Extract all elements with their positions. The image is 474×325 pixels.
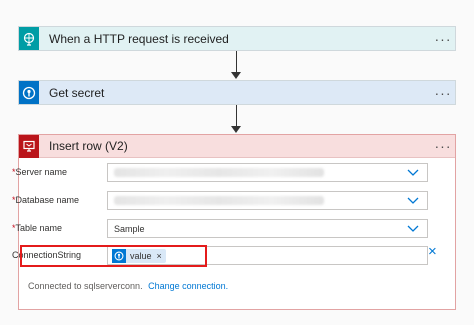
step-title: Get secret [49,85,105,100]
table-name-dropdown[interactable]: Sample [107,219,428,238]
arrow-down-icon [231,126,241,133]
database-name-dropdown[interactable] [107,191,428,210]
connection-status: Connected to sqlserverconn. [28,281,143,291]
step-http-trigger[interactable]: When a HTTP request is received ··· [18,26,456,51]
http-request-icon [19,27,39,50]
database-name-label: *Database name [12,195,80,205]
connector-line [236,105,237,128]
table-name-label: *Table name [12,223,63,233]
table-name-value: Sample [114,223,145,234]
connection-info: Connected to sqlserverconn. Change conne… [28,281,228,291]
redacted-value [114,168,324,177]
highlight-box [20,245,207,267]
redacted-value [114,196,324,205]
insert-row-header[interactable]: Insert row (V2) ··· [19,134,455,158]
step-title: Insert row (V2) [49,139,128,153]
server-name-label: *Server name [12,167,68,177]
sql-server-icon [19,134,39,158]
more-options-icon[interactable]: ··· [431,86,455,100]
change-connection-link[interactable]: Change connection. [148,281,228,291]
chevron-down-icon [407,197,419,204]
remove-field-icon[interactable]: × [428,244,437,260]
more-options-icon[interactable]: ··· [431,139,455,153]
connector-line [236,51,237,74]
chevron-down-icon [407,225,419,232]
chevron-down-icon [407,169,419,176]
key-vault-icon [19,81,39,104]
step-get-secret[interactable]: Get secret ··· [18,80,456,105]
arrow-down-icon [231,72,241,79]
more-options-icon[interactable]: ··· [431,32,455,46]
step-title: When a HTTP request is received [49,31,229,46]
server-name-dropdown[interactable] [107,163,428,182]
